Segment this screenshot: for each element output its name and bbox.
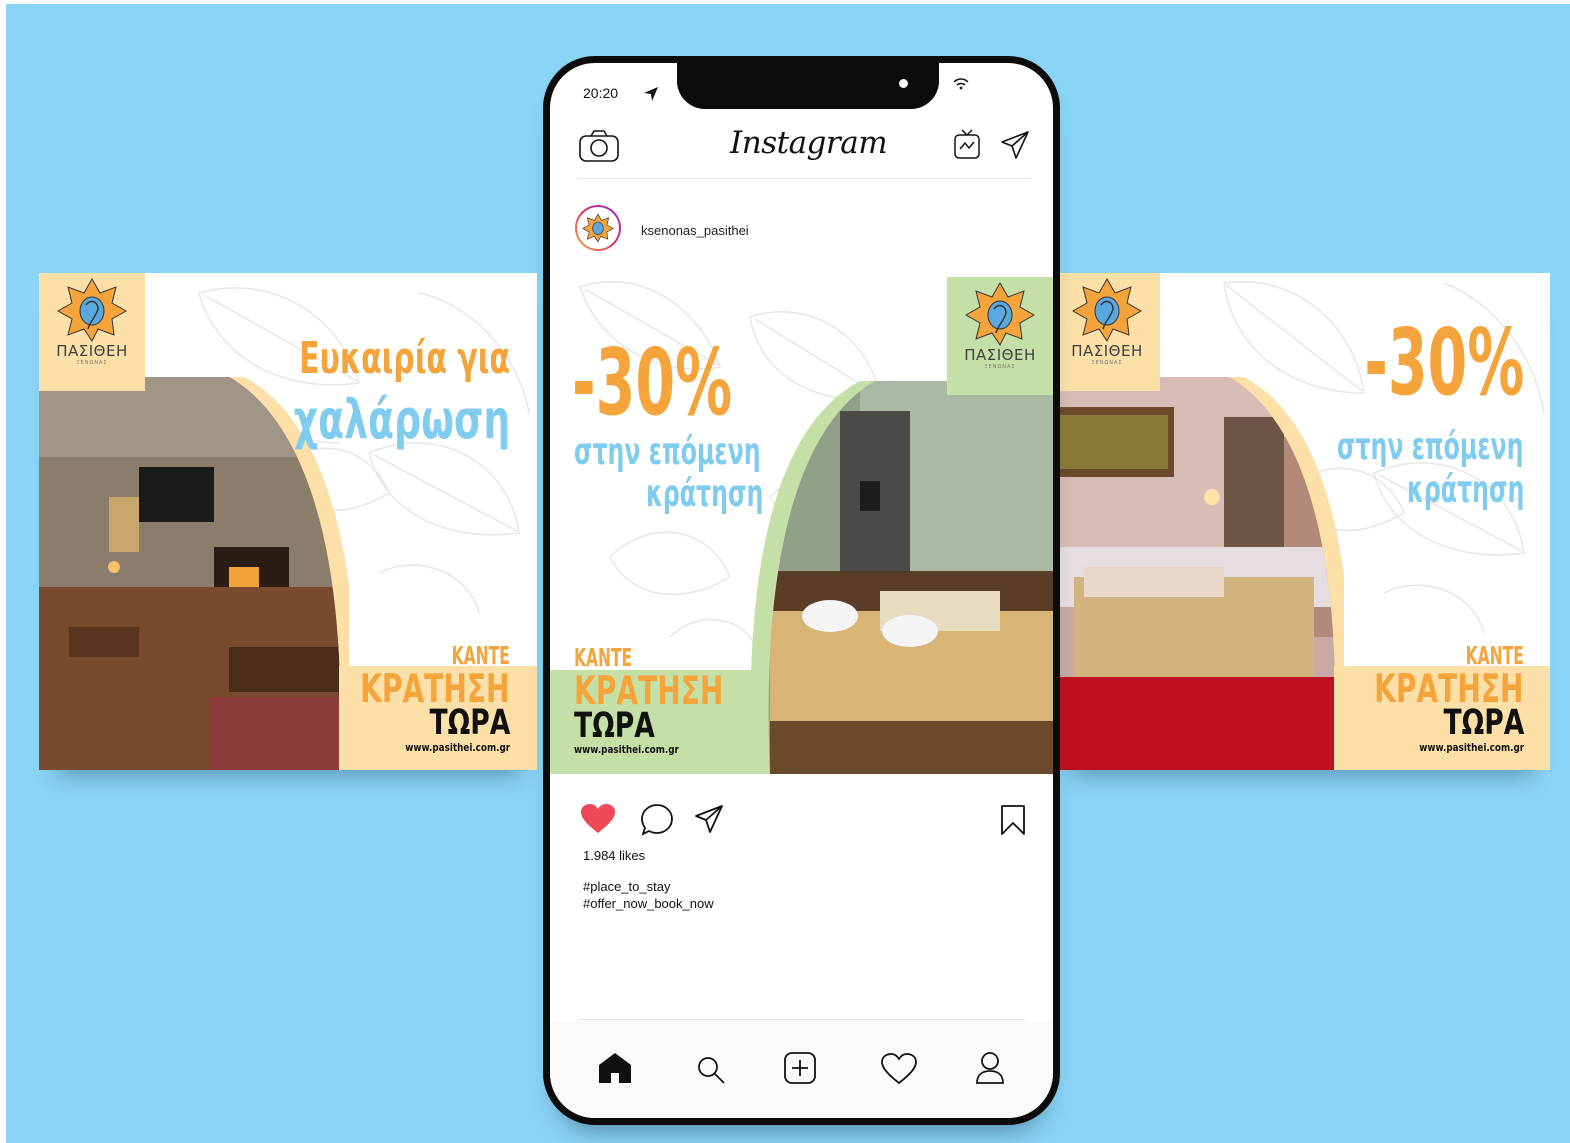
post-caption: #place_to_stay #offer_now_book_now xyxy=(583,878,714,912)
logo-name: ΠΑΣΙΘΕΗ xyxy=(1071,342,1143,360)
cta-line-1: ΚΑΝΤΕ xyxy=(451,641,510,670)
website-url: www.pasithei.com.gr xyxy=(1419,741,1524,754)
offer-line-1: στην επόμενη xyxy=(1337,425,1524,468)
camera-icon[interactable] xyxy=(578,129,620,163)
cta-line-3: ΤΩΡΑ xyxy=(429,703,510,743)
likes-count[interactable]: 1.984 likes xyxy=(583,848,645,863)
phone-notch xyxy=(677,63,939,109)
headline-line-1: Ευκαιρία για xyxy=(299,333,510,384)
discount-percent: -30% xyxy=(572,329,733,436)
mockup-canvas: ΠΑΣΙΘΕΗ ΞΕΝΩΝΑΣ Ευκαιρία για χαλάρωση ΚΑ… xyxy=(6,4,1570,1143)
offer-line-1: στην επόμενη xyxy=(574,430,761,473)
brand-logo: ΠΑΣΙΘΕΗ ΞΕΝΩΝΑΣ xyxy=(1054,273,1160,391)
comment-icon[interactable] xyxy=(640,803,674,837)
brand-logo: ΠΑΣΙΘΕΗ ΞΕΝΩΝΑΣ xyxy=(947,277,1053,395)
post-image[interactable]: ΠΑΣΙΘΕΗ ΞΕΝΩΝΑΣ -30% στην επόμενη κράτησ… xyxy=(550,277,1053,774)
cta-line-3: ΤΩΡΑ xyxy=(574,706,655,746)
offer-line-2: κράτηση xyxy=(1406,468,1524,511)
headline-line-2: χαλάρωση xyxy=(293,388,510,451)
new-post-icon[interactable] xyxy=(783,1051,817,1085)
activity-heart-icon[interactable] xyxy=(881,1053,917,1085)
logo-mark-icon xyxy=(56,277,128,342)
offer-line-2: κράτηση xyxy=(645,472,763,515)
logo-mark-icon xyxy=(582,213,614,243)
heart-filled-icon[interactable] xyxy=(580,803,616,835)
brand-logo: ΠΑΣΙΘΕΗ ΞΕΝΩΝΑΣ xyxy=(39,273,145,391)
wifi-icon xyxy=(953,78,969,90)
instagram-logo: Instagram xyxy=(730,125,888,161)
instagram-header: Instagram xyxy=(550,115,1053,183)
ad-card-left: ΠΑΣΙΘΕΗ ΞΕΝΩΝΑΣ Ευκαιρία για χαλάρωση ΚΑ… xyxy=(39,273,537,770)
avatar[interactable] xyxy=(575,205,621,251)
status-time: 20:20 xyxy=(583,85,619,101)
igtv-icon[interactable] xyxy=(953,128,981,160)
discount-percent: -30% xyxy=(1363,309,1524,416)
hashtag[interactable]: #offer_now_book_now xyxy=(583,895,714,912)
logo-mark-icon xyxy=(964,281,1036,346)
room-photo-bedroom xyxy=(750,381,1053,774)
search-icon[interactable] xyxy=(696,1055,726,1085)
share-icon[interactable] xyxy=(693,803,725,835)
logo-subtitle: ΞΕΝΩΝΑΣ xyxy=(1091,360,1123,366)
cta-line-3: ΤΩΡΑ xyxy=(1443,703,1524,743)
home-icon[interactable] xyxy=(597,1051,633,1085)
logo-subtitle: ΞΕΝΩΝΑΣ xyxy=(984,364,1016,370)
profile-icon[interactable] xyxy=(975,1051,1005,1085)
logo-name: ΠΑΣΙΘΕΗ xyxy=(56,342,128,360)
ad-card-right: ΠΑΣΙΘΕΗ ΞΕΝΩΝΑΣ -30% στην επόμενη κράτησ… xyxy=(1054,273,1550,770)
logo-name: ΠΑΣΙΘΕΗ xyxy=(964,346,1036,364)
post-header[interactable]: ksenonas_pasithei xyxy=(550,201,1053,263)
post-username[interactable]: ksenonas_pasithei xyxy=(641,223,749,238)
bottom-tab-bar xyxy=(550,1021,1053,1118)
cta-line-1: ΚΑΝΤΕ xyxy=(574,643,633,672)
website-url: www.pasithei.com.gr xyxy=(574,743,679,756)
logo-subtitle: ΞΕΝΩΝΑΣ xyxy=(76,360,108,366)
direct-message-icon[interactable] xyxy=(999,129,1031,161)
phone-mockup: 20:20 Instagram ksenonas_pasithei ΠΑΣΙΘΕ… xyxy=(543,56,1060,1125)
post-actions xyxy=(550,791,1053,841)
cta-line-1: ΚΑΝΤΕ xyxy=(1465,641,1524,670)
room-photo-red-carpet xyxy=(1054,377,1344,770)
website-url: www.pasithei.com.gr xyxy=(405,741,510,754)
logo-mark-icon xyxy=(1071,277,1143,342)
location-arrow-icon xyxy=(644,87,658,101)
hashtag[interactable]: #place_to_stay xyxy=(583,878,714,895)
bookmark-icon[interactable] xyxy=(1000,804,1026,836)
